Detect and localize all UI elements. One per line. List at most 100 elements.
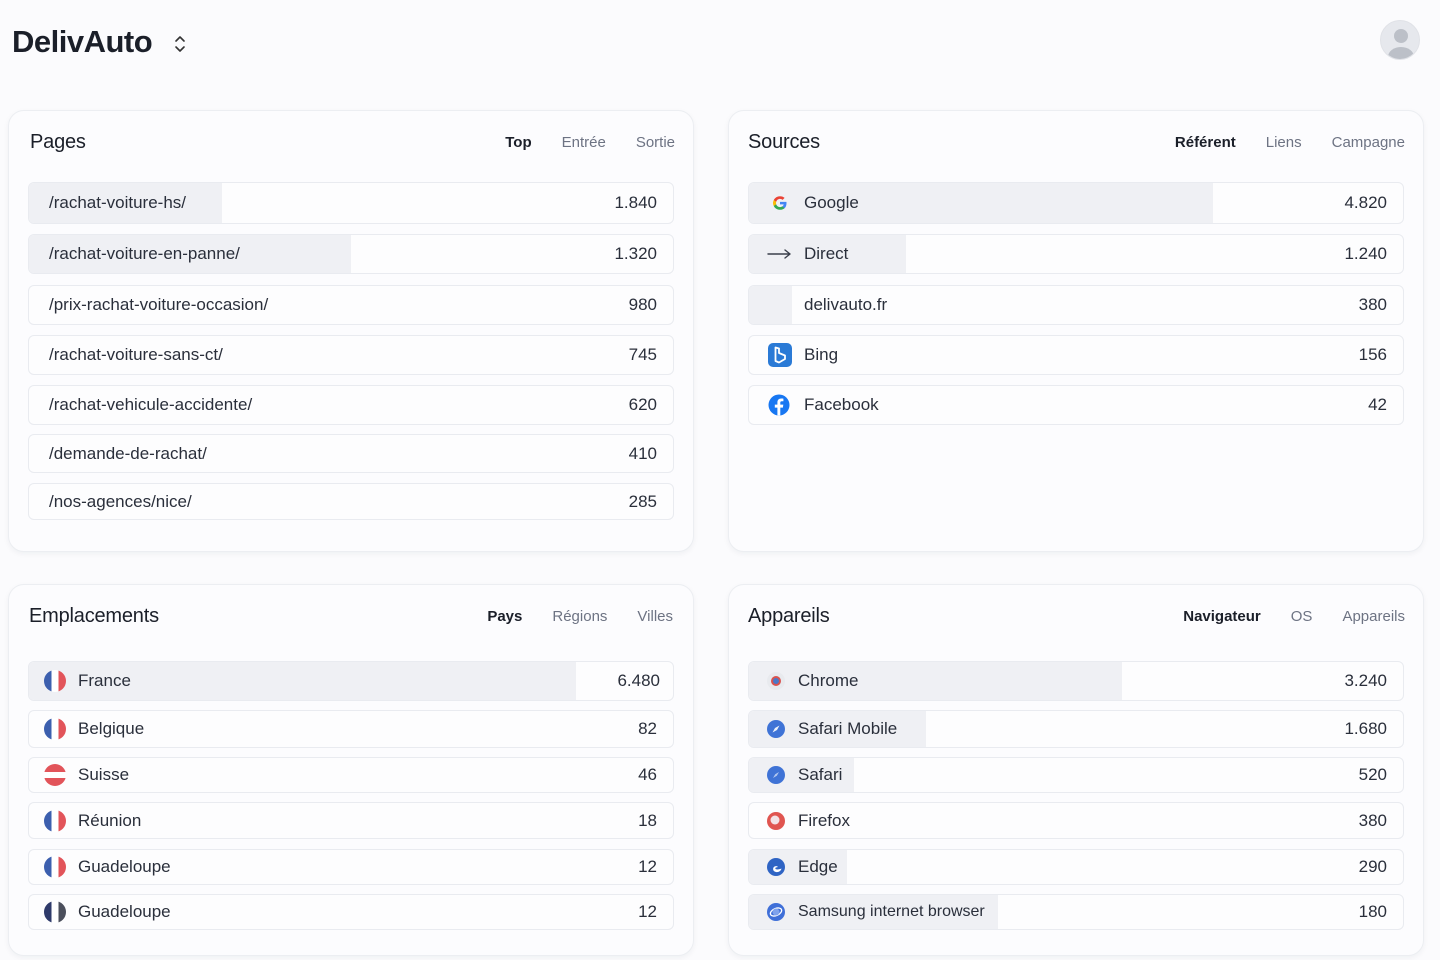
tab-pays[interactable]: Pays: [487, 609, 522, 625]
row-label: Edge: [798, 857, 838, 876]
list-item[interactable]: Firefox 380: [748, 802, 1404, 839]
row-label: France: [78, 671, 131, 690]
row-value: 1.320: [614, 244, 657, 263]
devices-card-title: Appareils: [748, 605, 830, 627]
arrow-right-icon: [767, 243, 793, 265]
list-item[interactable]: /rachat-voiture-sans-ct/ 745: [28, 335, 674, 375]
tab-campagne[interactable]: Campagne: [1332, 135, 1405, 151]
google-icon: [769, 192, 791, 214]
sources-tabs: Référent Liens Campagne: [1145, 135, 1405, 151]
list-item[interactable]: Réunion 18: [28, 802, 674, 839]
sources-card: Sources Référent Liens Campagne Google 4…: [728, 110, 1424, 552]
tab-sortie[interactable]: Sortie: [636, 135, 675, 151]
tab-appareils[interactable]: Appareils: [1342, 609, 1405, 625]
list-item[interactable]: Edge 290: [748, 849, 1404, 885]
flag-belgium-icon: [44, 718, 66, 740]
tab-villes[interactable]: Villes: [637, 609, 673, 625]
user-avatar-icon[interactable]: [1380, 20, 1420, 60]
row-value: 745: [628, 345, 657, 364]
list-item[interactable]: Direct 1.240: [748, 234, 1404, 274]
list-item[interactable]: /prix-rachat-voiture-occasion/ 980: [28, 285, 674, 325]
site-switcher-chevron-icon[interactable]: [170, 30, 190, 58]
list-item[interactable]: Safari Mobile 1.680: [748, 710, 1404, 748]
row-label: Chrome: [798, 671, 859, 690]
firefox-icon: [766, 811, 786, 831]
row-value: 12: [638, 857, 657, 876]
row-value: 620: [628, 395, 657, 414]
flag-guadeloupe-icon: [44, 856, 66, 878]
list-item[interactable]: Samsung internet browser 180: [748, 894, 1404, 930]
locations-card-title: Emplacements: [29, 605, 159, 627]
row-value: 380: [1358, 295, 1387, 314]
flag-switzerland-icon: [44, 764, 66, 786]
list-item[interactable]: Google 4.820: [748, 182, 1404, 224]
samsung-internet-icon: [766, 902, 786, 922]
flag-reunion-icon: [44, 809, 66, 832]
list-item[interactable]: Belgique 82: [28, 710, 674, 748]
row-share-bar: [749, 286, 792, 324]
list-item[interactable]: France 6.480: [28, 661, 674, 701]
row-value: 285: [628, 491, 657, 511]
row-label: Samsung internet browser: [798, 903, 985, 920]
edge-icon: [766, 857, 786, 877]
list-item[interactable]: delivauto.fr 380: [748, 285, 1404, 325]
list-item[interactable]: /demande-de-rachat/ 410: [28, 434, 674, 473]
row-value: 82: [638, 719, 657, 738]
row-label: Belgique: [78, 719, 145, 738]
row-label: /rachat-voiture-sans-ct/: [49, 345, 223, 364]
safari-icon: [766, 765, 786, 785]
row-label: /prix-rachat-voiture-occasion/: [49, 295, 269, 314]
row-value: 290: [1358, 857, 1387, 876]
tab-regions[interactable]: Régions: [552, 609, 607, 625]
row-value: 980: [628, 295, 657, 314]
bing-icon: [768, 343, 792, 367]
row-value: 42: [1368, 395, 1387, 414]
row-value: 6.480: [617, 671, 660, 690]
tab-entree[interactable]: Entrée: [562, 135, 606, 151]
list-item[interactable]: Chrome 3.240: [748, 661, 1404, 701]
list-item[interactable]: Guadeloupe 12: [28, 894, 674, 930]
list-item[interactable]: Safari 520: [748, 757, 1404, 793]
row-label: Guadeloupe: [78, 857, 171, 876]
tab-os[interactable]: OS: [1291, 609, 1313, 625]
row-label: Guadeloupe: [78, 902, 171, 921]
row-label: delivauto.fr: [804, 295, 888, 314]
flag-france-icon: [44, 670, 66, 692]
brand-name[interactable]: DelivAuto: [12, 24, 153, 60]
list-item[interactable]: /nos-agences/nice/ 285: [28, 483, 674, 520]
row-label: Direct: [804, 244, 849, 263]
facebook-icon: [768, 394, 790, 416]
list-item[interactable]: Bing 156: [748, 335, 1404, 375]
row-label: Facebook: [804, 395, 879, 414]
row-value: 46: [638, 765, 657, 784]
row-value: 1.840: [614, 193, 657, 212]
devices-tabs: Navigateur OS Appareils: [1153, 609, 1405, 625]
row-label: Firefox: [798, 810, 850, 830]
row-label: /rachat-voiture-en-panne/: [49, 244, 240, 263]
row-value: 180: [1358, 902, 1387, 921]
row-label: Bing: [804, 345, 839, 364]
locations-card: Emplacements Pays Régions Villes France …: [8, 584, 694, 956]
row-value: 156: [1358, 345, 1387, 364]
safari-icon: [766, 719, 786, 739]
top-bar: DelivAuto: [0, 0, 1440, 90]
list-item[interactable]: /rachat-voiture-en-panne/ 1.320: [28, 234, 674, 274]
flag-guadeloupe-icon: [44, 901, 66, 923]
list-item[interactable]: Facebook 42: [748, 385, 1404, 425]
list-item[interactable]: Suisse 46: [28, 757, 674, 793]
pages-tabs: Top Entrée Sortie: [475, 135, 675, 151]
devices-card: Appareils Navigateur OS Appareils Chrome…: [728, 584, 1424, 956]
list-item[interactable]: Guadeloupe 12: [28, 849, 674, 885]
tab-top[interactable]: Top: [505, 135, 531, 151]
tab-referent[interactable]: Référent: [1175, 135, 1236, 151]
row-value: 1.680: [1344, 719, 1387, 738]
list-item[interactable]: /rachat-vehicule-accidente/ 620: [28, 385, 674, 425]
row-value: 380: [1358, 810, 1387, 830]
row-label: Suisse: [78, 765, 130, 784]
row-label: /rachat-voiture-hs/: [49, 193, 186, 212]
tab-liens[interactable]: Liens: [1266, 135, 1302, 151]
list-item[interactable]: /rachat-voiture-hs/ 1.840: [28, 182, 674, 224]
row-label: Safari Mobile: [798, 719, 898, 738]
tab-navigateur[interactable]: Navigateur: [1183, 609, 1261, 625]
row-label: /rachat-vehicule-accidente/: [49, 395, 253, 414]
